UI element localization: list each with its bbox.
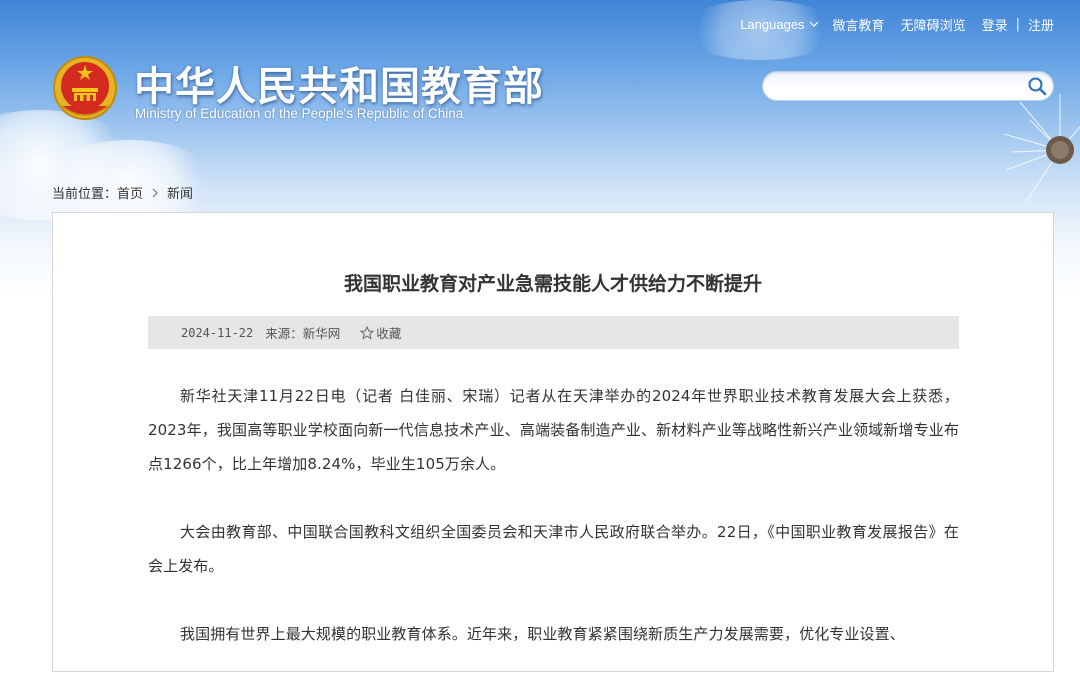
languages-menu[interactable]: Languages bbox=[740, 17, 818, 32]
languages-label: Languages bbox=[740, 16, 805, 32]
favorite-label: 收藏 bbox=[376, 326, 402, 341]
chevron-right-icon bbox=[152, 188, 158, 197]
divider: | bbox=[1015, 16, 1020, 32]
article-body: 新华社天津11月22日电（记者 白佳丽、宋瑞）记者从在天津举办的2024年世界职… bbox=[148, 379, 959, 685]
search-icon[interactable] bbox=[1027, 76, 1047, 96]
national-emblem-icon bbox=[53, 56, 117, 120]
article-source: 来源：新华网 bbox=[265, 326, 341, 341]
dandelion-decoration bbox=[1003, 94, 1080, 203]
search-box bbox=[762, 71, 1054, 101]
article-meta-bar: 2024-11-22 来源：新华网 收藏 bbox=[148, 316, 959, 349]
breadcrumb-current[interactable]: 新闻 bbox=[167, 183, 193, 202]
article-paragraph: 我国拥有世界上最大规模的职业教育体系。近年来，职业教育紧紧围绕新质生产力发展需要… bbox=[180, 625, 905, 643]
accessibility-link[interactable]: 无障碍浏览 bbox=[901, 15, 966, 34]
breadcrumb-label: 当前位置： bbox=[52, 187, 118, 202]
breadcrumb: 当前位置： 首页 新闻 bbox=[52, 183, 193, 202]
star-icon bbox=[360, 325, 375, 340]
search-input[interactable] bbox=[777, 76, 1021, 98]
favorite-button[interactable]: 收藏 bbox=[360, 323, 401, 342]
site-title: 中华人民共和国教育部 bbox=[134, 64, 544, 110]
breadcrumb-home[interactable]: 首页 bbox=[117, 183, 143, 202]
article-panel: 我国职业教育对产业急需技能人才供给力不断提升 2024-11-22 来源：新华网… bbox=[52, 212, 1054, 672]
weiyan-link[interactable]: 微言教育 bbox=[833, 15, 885, 34]
register-link[interactable]: 注册 bbox=[1028, 15, 1054, 34]
login-link[interactable]: 登录 bbox=[982, 15, 1008, 34]
article-paragraph: 新华社天津11月22日电（记者 白佳丽、宋瑞）记者从在天津举办的2024年世界职… bbox=[148, 387, 959, 473]
site-subtitle: Ministry of Education of the People's Re… bbox=[135, 106, 464, 121]
article-title: 我国职业教育对产业急需技能人才供给力不断提升 bbox=[343, 273, 762, 295]
top-utility-bar: Languages 微言教育 无障碍浏览 登录 | 注册 bbox=[740, 13, 1054, 35]
article-paragraph: 大会由教育部、中国联合国教科文组织全国委员会和天津市人民政府联合举办。22日，《… bbox=[148, 523, 959, 575]
chevron-down-icon bbox=[809, 21, 818, 27]
article-date: 2024-11-22 bbox=[181, 325, 254, 340]
